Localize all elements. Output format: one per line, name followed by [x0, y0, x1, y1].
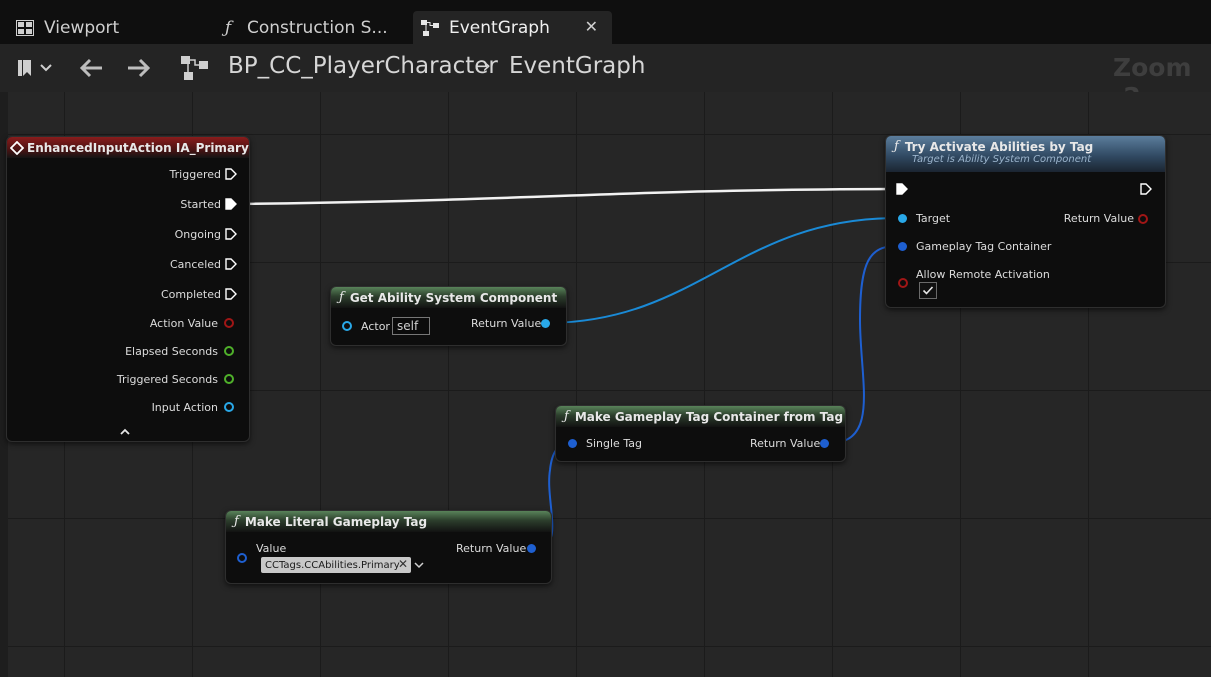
pin-label-started: Started — [180, 198, 221, 211]
node-subtitle: Target is Ability System Component — [912, 154, 1092, 165]
float-pin-elapsed-seconds[interactable] — [224, 346, 234, 356]
chevron-down-icon[interactable] — [414, 561, 424, 569]
node-title: Try Activate Abilities by Tag — [904, 139, 1094, 154]
exec-pin-started[interactable] — [225, 198, 237, 210]
pin-label-ongoing: Ongoing — [174, 228, 221, 241]
pin-label-single-tag: Single Tag — [586, 437, 642, 450]
pin-label-triggered-seconds: Triggered Seconds — [116, 373, 218, 386]
function-icon: ƒ — [234, 514, 239, 529]
gameplay-tag-value: CCTags.CCAbilities.Primary — [265, 559, 400, 571]
pin-label-return-value: Return Value — [750, 437, 821, 450]
make-tag-container-node[interactable]: ƒ Make Gameplay Tag Container from Tag — [555, 405, 846, 462]
exec-wire — [235, 187, 896, 206]
bool-pin-return-value[interactable] — [1138, 214, 1148, 224]
struct-pin-gameplay-tag-container[interactable] — [898, 242, 907, 251]
node-title: Make Literal Gameplay Tag — [244, 514, 428, 529]
node-header: ƒ Get Ability System Component — [331, 287, 566, 308]
pin-label-return-value: Return Value — [456, 542, 527, 555]
pin-label-input-action: Input Action — [151, 401, 218, 414]
event-diamond-icon — [10, 141, 24, 155]
pin-label-elapsed-seconds: Elapsed Seconds — [125, 345, 218, 358]
object-pin-actor[interactable] — [342, 321, 352, 331]
struct-pin-return-value[interactable] — [527, 544, 536, 553]
pin-label-target: Target — [916, 212, 951, 225]
exec-pin-in[interactable] — [896, 183, 908, 195]
pin-label-return-value: Return Value — [1063, 212, 1134, 225]
pin-label-value: Value — [256, 542, 287, 555]
bool-pin-allow-remote-activation[interactable] — [898, 278, 908, 288]
float-pin-triggered-seconds[interactable] — [224, 374, 234, 384]
pin-label-actor: Actor — [361, 320, 390, 333]
node-title: Make Gameplay Tag Container from Tag — [574, 409, 844, 424]
actor-input[interactable]: self — [392, 317, 430, 335]
pin-label-gameplay-tag-container: Gameplay Tag Container — [916, 240, 1052, 253]
struct-pin-return-value[interactable] — [820, 439, 829, 448]
exec-pin-ongoing[interactable] — [225, 228, 237, 240]
pin-label-return-value: Return Value — [471, 317, 542, 330]
pin-label-completed: Completed — [161, 288, 221, 301]
exec-pin-triggered[interactable] — [225, 168, 237, 180]
function-icon: ƒ — [564, 409, 569, 424]
object-pin-target[interactable] — [898, 214, 907, 223]
node-header: ƒ Make Literal Gameplay Tag — [226, 511, 551, 532]
checkmark-icon — [922, 286, 934, 295]
node-title: EnhancedInputAction IA_Primary — [27, 140, 249, 155]
pin-label-action-value: Action Value — [149, 317, 218, 330]
pin-label-canceled: Canceled — [169, 258, 221, 271]
pin-label-triggered: Triggered — [169, 168, 221, 181]
struct-pin-value[interactable] — [237, 553, 247, 563]
node-header: ƒ Make Gameplay Tag Container from Tag — [556, 406, 845, 427]
exec-pin-canceled[interactable] — [225, 258, 237, 270]
node-header: EnhancedInputAction IA_Primary — [7, 137, 249, 158]
clear-tag-icon[interactable]: ✕ — [398, 557, 408, 571]
exec-pin-completed[interactable] — [225, 288, 237, 300]
exec-pin-out[interactable] — [1140, 183, 1152, 195]
gameplay-tag-chip[interactable]: CCTags.CCAbilities.Primary ✕ — [261, 557, 411, 573]
target-wire — [550, 217, 898, 324]
node-title: Get Ability System Component — [349, 290, 558, 305]
function-icon: ƒ — [894, 139, 899, 154]
pin-label-allow-remote-activation: Allow Remote Activation — [916, 268, 1050, 281]
get-ability-system-component-node[interactable]: ƒ Get Ability System Component — [330, 286, 567, 346]
struct-pin-single-tag[interactable] — [568, 439, 577, 448]
collapse-chevron-icon[interactable] — [119, 427, 131, 437]
object-pin-input-action[interactable] — [224, 402, 234, 412]
object-pin-return-value[interactable] — [541, 319, 550, 328]
function-icon: ƒ — [339, 290, 344, 305]
node-header: ƒ Try Activate Abilities by Tag Target i… — [886, 136, 1165, 172]
bool-pin-action-value[interactable] — [224, 318, 234, 328]
allow-remote-activation-checkbox[interactable] — [919, 282, 937, 299]
